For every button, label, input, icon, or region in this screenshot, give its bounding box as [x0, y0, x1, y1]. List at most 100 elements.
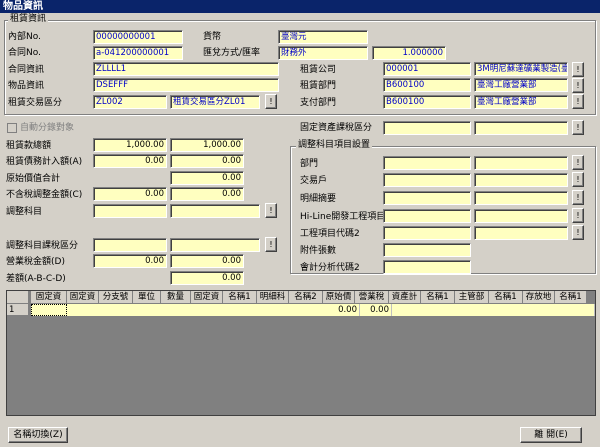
fixed-asset-tax-name-field[interactable] [474, 121, 568, 135]
vat-field-2[interactable]: 0.00 [170, 254, 244, 268]
rate-field[interactable]: 1.000000 [372, 46, 446, 60]
adj-dept-lookup-button[interactable]: ! [572, 155, 584, 170]
column-header[interactable]: 分支號 [99, 291, 133, 304]
current-cell[interactable] [31, 304, 67, 316]
adj-dept-code-field[interactable] [383, 156, 471, 170]
non-tax-field-2[interactable]: 0.00 [170, 187, 244, 201]
column-header[interactable]: 明細科 [257, 291, 289, 304]
debt-label: 租賃債務計入額(A) [6, 157, 83, 167]
fixed-asset-tax-code-field[interactable] [383, 121, 471, 135]
project2-lookup-button[interactable]: ! [572, 225, 584, 240]
hiline-name-field[interactable] [474, 209, 568, 223]
grid-row[interactable] [67, 304, 349, 316]
pay-dept-name-field[interactable]: 臺灣工廠營業部 [474, 95, 568, 109]
column-header[interactable]: 資產計 [389, 291, 421, 304]
pay-dept-code-field[interactable]: B600100 [383, 95, 471, 109]
attach-field[interactable] [383, 243, 471, 257]
column-header[interactable]: 名稱1 [555, 291, 587, 304]
contract-no-field[interactable]: a-041200000001 [93, 46, 183, 60]
adj-dept-label: 部門 [300, 159, 319, 169]
lessor-label: 租賃公司 [300, 65, 337, 75]
debt-field-1[interactable]: 0.00 [93, 154, 167, 168]
adj-customer-code-field[interactable] [383, 173, 471, 187]
auto-split-label: 自動分錄對象 [20, 123, 75, 133]
currency-field[interactable]: 臺灣元 [278, 30, 368, 44]
grid-corner [7, 291, 29, 304]
total-field-2[interactable]: 1,000.00 [170, 138, 244, 152]
lessor-code-field[interactable]: 000001 [383, 62, 471, 76]
lease-dept-lookup-button[interactable]: ! [572, 78, 584, 93]
total-field-1[interactable]: 1,000.00 [93, 138, 167, 152]
column-header[interactable]: 固定資 [191, 291, 223, 304]
item-info-field[interactable]: DSEFFF [93, 78, 279, 92]
internal-no-label: 內部No. [8, 32, 41, 42]
debt-field-2[interactable]: 0.00 [170, 154, 244, 168]
close-button[interactable]: 離 開(E) [520, 427, 582, 443]
orig-total-field[interactable]: 0.00 [170, 171, 244, 185]
contract-no-label: 合同No. [8, 48, 41, 58]
adj-customer-label: 交易戶 [300, 176, 328, 186]
trade-class-name-field[interactable]: 租賃交易區分ZL01 [170, 95, 260, 109]
vat-cell[interactable]: 0.00 [360, 304, 392, 316]
project2-name-field[interactable] [474, 226, 568, 240]
window-title: 物品資訊 [0, 0, 600, 13]
column-header[interactable]: 存放地 [523, 291, 555, 304]
trade-class-lookup-button[interactable]: ! [265, 94, 277, 109]
column-header[interactable]: 固定資 [67, 291, 99, 304]
auto-split-checkbox[interactable] [7, 123, 17, 133]
lessor-lookup-button[interactable]: ! [572, 62, 584, 77]
column-header[interactable]: 營業稅 [355, 291, 389, 304]
column-header[interactable]: 主管部 [455, 291, 489, 304]
lease-dept-name-field[interactable]: 臺灣工廠營業部 [474, 78, 568, 92]
adj-tax-label: 調整科目課稅區分 [6, 241, 79, 251]
vat-field-1[interactable]: 0.00 [93, 254, 167, 268]
column-header[interactable]: 數量 [161, 291, 191, 304]
adj-dept-name-field[interactable] [474, 156, 568, 170]
pay-dept-label: 支付部門 [300, 98, 337, 108]
lessor-name-field[interactable]: 3M明尼蘇達礦業製造(臺灣)股份有限公司 [474, 62, 568, 76]
adj-tax-code-field[interactable] [93, 238, 167, 252]
adj-item-name-field[interactable] [170, 204, 260, 218]
column-header[interactable]: 名稱1 [489, 291, 523, 304]
adj-customer-name-field[interactable] [474, 173, 568, 187]
adj-detail-code-field[interactable] [383, 191, 471, 205]
column-header[interactable]: 原始價 [323, 291, 355, 304]
non-tax-field-1[interactable]: 0.00 [93, 187, 167, 201]
lease-dept-label: 租賃部門 [300, 81, 337, 91]
adj-item-lookup-button[interactable]: ! [265, 203, 277, 218]
column-header[interactable]: 固定資 [31, 291, 67, 304]
grid-row-rest[interactable] [392, 304, 595, 316]
adj-tax-name-field[interactable] [170, 238, 260, 252]
adj-detail-lookup-button[interactable]: ! [572, 190, 584, 205]
name-switch-button[interactable]: 名稱切換(Z) [8, 427, 68, 443]
orig-value-cell[interactable]: 0.00 [328, 304, 360, 316]
project2-code-field[interactable] [383, 226, 471, 240]
diff-field[interactable]: 0.00 [170, 271, 244, 285]
pay-dept-lookup-button[interactable]: ! [572, 94, 584, 109]
lease-dept-code-field[interactable]: B600100 [383, 78, 471, 92]
adj-settings-group-label: 調整科目項目設置 [296, 140, 373, 151]
column-header[interactable]: 名稱1 [421, 291, 455, 304]
column-header[interactable]: 名稱1 [223, 291, 257, 304]
analysis2-field[interactable] [383, 260, 471, 274]
adj-customer-lookup-button[interactable]: ! [572, 172, 584, 187]
adj-detail-name-field[interactable] [474, 191, 568, 205]
hiline-label: Hi-Line開發工程項目 [300, 212, 386, 222]
assessment-method-field[interactable]: 財務外 [278, 46, 368, 60]
adj-item-label: 調整科目 [6, 207, 43, 217]
fixed-asset-tax-lookup-button[interactable]: ! [572, 120, 584, 135]
contract-info-field[interactable]: ZLLLL1 [93, 62, 279, 76]
trade-class-code-field[interactable]: ZL002 [93, 95, 167, 109]
column-header[interactable]: 名稱2 [289, 291, 323, 304]
item-info-label: 物品資訊 [8, 81, 45, 91]
hiline-lookup-button[interactable]: ! [572, 208, 584, 223]
adj-tax-lookup-button[interactable]: ! [265, 237, 277, 252]
column-header[interactable]: 單位 [133, 291, 161, 304]
adj-item-code-field[interactable] [93, 204, 167, 218]
currency-label: 貨幣 [203, 32, 222, 42]
vat-label: 營業稅金額(D) [6, 257, 65, 267]
internal-no-field[interactable]: 00000000001 [93, 30, 183, 44]
hiline-code-field[interactable] [383, 209, 471, 223]
row-header: 1 [7, 304, 29, 316]
items-grid[interactable]: 固定資 固定資 分支號 單位 數量 固定資 名稱1 明細科 名稱2 原始價 營業稅 資產計 名稱1 主管部… [6, 290, 596, 416]
